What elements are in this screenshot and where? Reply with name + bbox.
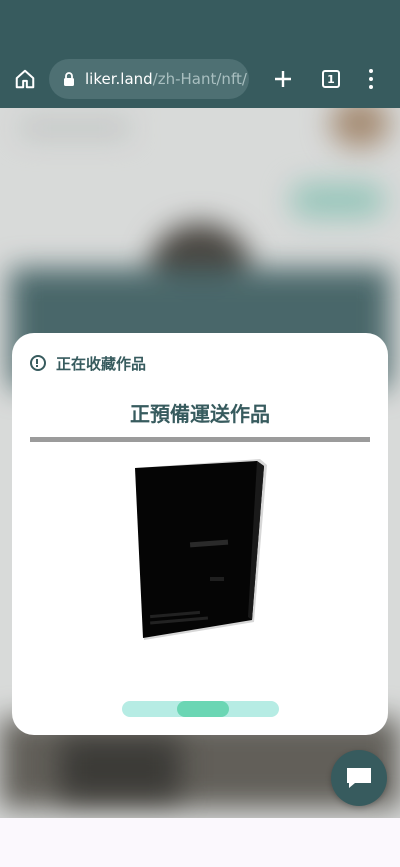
- dialog-header: 正在收藏作品: [30, 353, 146, 373]
- tab-count: 1: [322, 70, 340, 88]
- dialog-header-text: 正在收藏作品: [56, 354, 147, 373]
- chat-button[interactable]: [331, 750, 387, 806]
- more-menu-button[interactable]: [358, 64, 384, 94]
- home-button[interactable]: [10, 64, 40, 94]
- dialog-divider: [30, 437, 370, 442]
- progress-track: [122, 701, 279, 717]
- plus-icon: [275, 71, 291, 87]
- browser-toolbar: liker.land /zh-Hant/nft/ 1: [0, 0, 400, 108]
- home-icon: [15, 69, 35, 89]
- url-host: liker.land: [85, 70, 153, 88]
- chat-bubble-icon: [347, 768, 371, 788]
- collect-progress-dialog: 正在收藏作品 正預備運送作品: [12, 333, 388, 735]
- system-nav-bar: [0, 818, 400, 867]
- more-vert-icon: [369, 69, 373, 73]
- tab-switcher-button[interactable]: 1: [316, 64, 346, 94]
- address-bar[interactable]: liker.land /zh-Hant/nft/: [49, 59, 249, 99]
- info-icon: [30, 355, 46, 371]
- new-tab-button[interactable]: [268, 64, 298, 94]
- lock-icon: [64, 72, 74, 86]
- progress-indicator: [177, 701, 229, 717]
- book-image: [135, 459, 267, 640]
- dialog-title: 正預備運送作品: [130, 402, 270, 426]
- url-path: /zh-Hant/nft/: [152, 70, 247, 88]
- nft-book-cover: [130, 455, 270, 645]
